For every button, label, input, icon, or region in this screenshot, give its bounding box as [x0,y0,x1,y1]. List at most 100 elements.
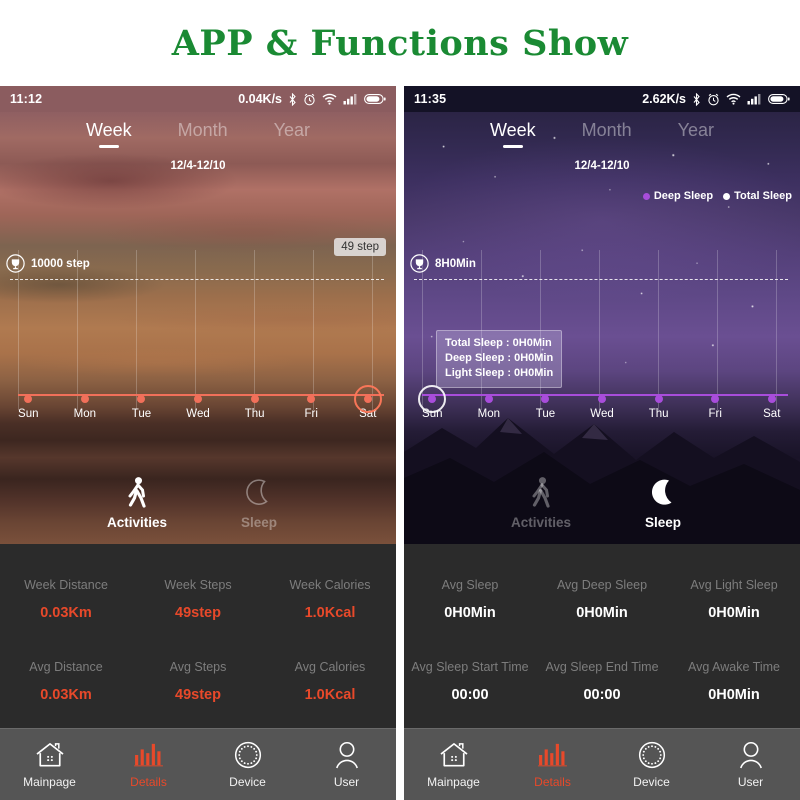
tab-week[interactable]: Week [490,120,536,144]
axis-tick-sat-selected[interactable]: Sat [339,395,396,420]
status-network-speed: 0.04K/s [238,92,282,106]
stat-week-steps: Week Steps 49step [164,577,232,621]
axis-tick-thu[interactable]: Thu [630,395,687,420]
status-time: 11:35 [414,92,447,106]
sleep-chart-panel: Week Month Year 12/4-12/10 Deep Sleep To… [404,112,800,544]
nav-label-details: Details [130,775,167,789]
tooltip-total-sleep: Total Sleep : 0H0Min [445,337,552,349]
nav-item-details[interactable]: Details [99,729,198,800]
alarm-icon [707,93,720,106]
steps-line-chart: 10000 step 49 step Sun Mon Tue Wed Thu F… [0,232,396,434]
sleep-detail-tooltip: Total Sleep : 0H0Min Deep Sleep : 0H0Min… [436,330,563,388]
nav-item-mainpage[interactable]: Mainpage [0,729,99,800]
tab-month[interactable]: Month [178,120,228,144]
stats-grid-right: Avg Sleep 0H0Min Avg Deep Sleep 0H0Min A… [404,544,800,728]
nav-item-user[interactable]: User [701,729,800,800]
tooltip-light-sleep: Light Sleep : 0H0Min [445,367,554,379]
page-header: APP & Functions Show [0,0,800,86]
axis-tick-tue[interactable]: Tue [113,395,170,420]
nav-item-user[interactable]: User [297,729,396,800]
battery-icon [768,93,790,105]
wifi-icon [322,93,337,105]
phone-left-activities: 11:12 0.04K/s Week Month Year 12/4-12/10… [0,86,396,800]
chart-legend: Deep Sleep Total Sleep [642,190,792,202]
mode-activities-label: Activities [106,515,168,530]
stats-row-week: Week Distance 0.03Km Week Steps 49step W… [0,578,396,621]
bar-chart-icon [133,740,165,770]
bluetooth-icon [692,92,701,106]
chart-x-axis-right: Sun Mon Tue Wed Thu Fri Sat [404,395,800,420]
nav-label-user: User [333,775,360,789]
nav-item-device[interactable]: Device [198,729,297,800]
moon-icon [648,476,678,510]
stat-avg-distance: Avg Distance 0.03Km [29,659,103,703]
mode-activities[interactable]: Activities [98,476,176,530]
status-time: 11:12 [10,92,43,106]
alarm-icon [303,93,316,106]
axis-tick-tue[interactable]: Tue [517,395,574,420]
axis-tick-sun-selected[interactable]: Sun [404,395,461,420]
person-icon [334,740,360,770]
stat-avg-deep-sleep: Avg Deep Sleep 0H0Min [556,577,648,621]
stat-avg-sleep-start-time: Avg Sleep Start Time 00:00 [411,659,529,703]
axis-tick-wed[interactable]: Wed [170,395,227,420]
legend-dot-total-sleep [723,192,731,200]
trophy-icon [410,254,429,273]
signal-icon [343,93,358,105]
mode-sleep[interactable]: Sleep [624,476,702,530]
axis-tick-fri[interactable]: Fri [283,395,340,420]
axis-tick-sun[interactable]: Sun [0,395,57,420]
status-bar-right: 11:35 2.62K/s [404,86,800,112]
stats-row-sleep-times: Avg Sleep Start Time 00:00 Avg Sleep End… [404,660,800,703]
tab-year[interactable]: Year [274,120,310,144]
goal-dashed-line [414,279,788,280]
legend-item-deep-sleep: Deep Sleep [642,190,714,202]
stats-grid-left: Week Distance 0.03Km Week Steps 49step W… [0,544,396,728]
sleep-line-chart: 8H0Min Total Sleep : 0H0Min Deep Sleep :… [404,232,800,434]
axis-tick-mon[interactable]: Mon [57,395,114,420]
date-range-label: 12/4-12/10 [170,160,226,172]
stat-avg-steps: Avg Steps 49step [169,659,227,703]
goal-indicator-right: 8H0Min [410,254,476,273]
moon-icon [244,476,274,510]
phone-right-sleep: 11:35 2.62K/s Week Month Year 12/4-12/10… [404,86,800,800]
mode-sleep-label: Sleep [644,515,682,530]
stat-avg-sleep-end-time: Avg Sleep End Time 00:00 [545,659,659,703]
nav-item-device[interactable]: Device [602,729,701,800]
stat-avg-awake-time: Avg Awake Time 0H0Min [688,659,780,703]
phone-screenshots-row: 11:12 0.04K/s Week Month Year 12/4-12/10… [0,86,800,800]
tab-month[interactable]: Month [582,120,632,144]
bottom-nav-right: Mainpage Details Device User [404,728,800,800]
tooltip-deep-sleep: Deep Sleep : 0H0Min [445,352,554,364]
walking-person-icon [528,476,554,510]
axis-tick-fri[interactable]: Fri [687,395,744,420]
nav-label-mainpage: Mainpage [427,775,480,789]
axis-tick-mon[interactable]: Mon [461,395,518,420]
stat-week-distance: Week Distance 0.03Km [24,577,108,621]
walking-person-icon [124,476,150,510]
mode-sleep[interactable]: Sleep [220,476,298,530]
stats-row-sleep-durations: Avg Sleep 0H0Min Avg Deep Sleep 0H0Min A… [404,578,800,621]
page-title: APP & Functions Show [171,22,629,64]
nav-item-mainpage[interactable]: Mainpage [404,729,503,800]
goal-dashed-line [10,279,384,280]
tab-year[interactable]: Year [678,120,714,144]
mode-activities[interactable]: Activities [502,476,580,530]
nav-item-details[interactable]: Details [503,729,602,800]
legend-label-total-sleep: Total Sleep [734,190,792,202]
tab-week[interactable]: Week [86,120,132,144]
watch-dial-icon [234,740,262,770]
mode-activities-label: Activities [510,515,572,530]
bluetooth-icon [288,92,297,106]
axis-tick-wed[interactable]: Wed [574,395,631,420]
goal-label: 10000 step [31,257,90,270]
legend-label-deep-sleep: Deep Sleep [653,190,714,202]
mode-switch-left: Activities Sleep [0,476,396,530]
axis-tick-thu[interactable]: Thu [226,395,283,420]
legend-dot-deep-sleep [642,192,650,200]
legend-item-total-sleep: Total Sleep [723,190,792,202]
axis-tick-sat[interactable]: Sat [743,395,800,420]
activities-chart-panel: Week Month Year 12/4-12/10 10000 step 49… [0,112,396,544]
date-range-label: 12/4-12/10 [574,160,630,172]
stat-avg-light-sleep: Avg Light Sleep 0H0Min [690,577,778,621]
